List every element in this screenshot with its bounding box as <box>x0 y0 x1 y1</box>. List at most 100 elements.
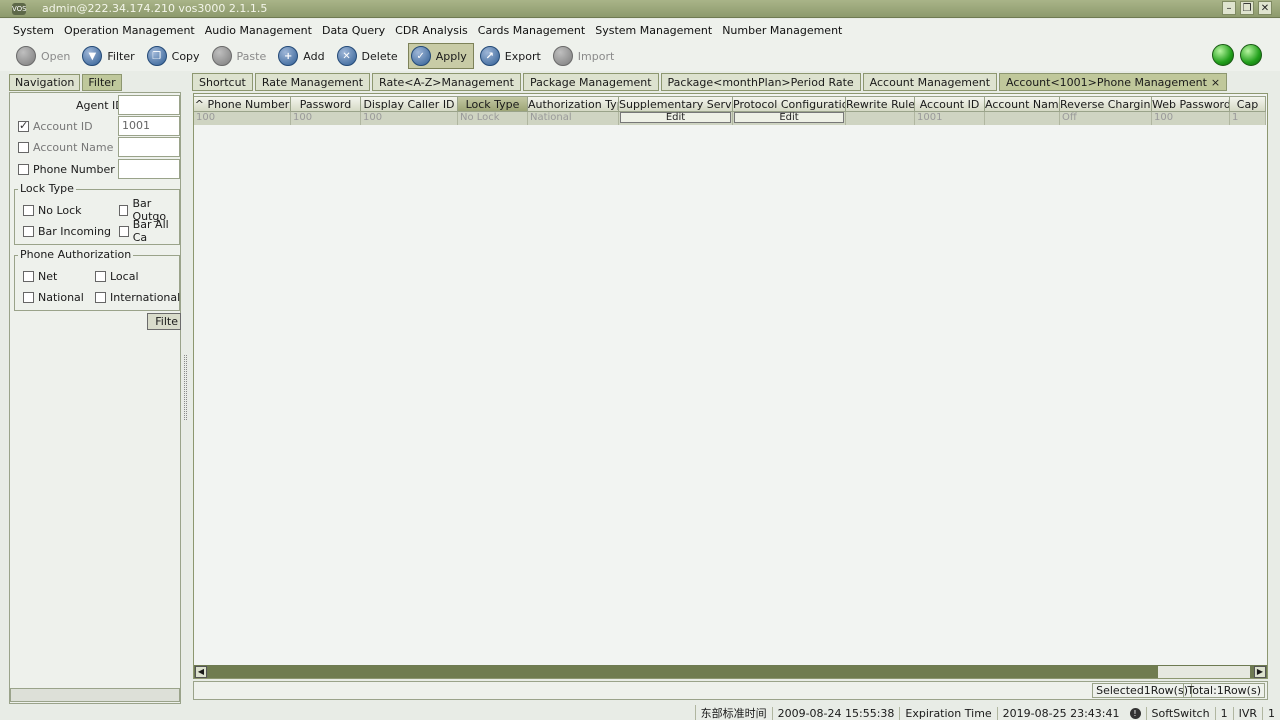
column-header[interactable]: Lock Type <box>458 96 528 112</box>
tab-navigation[interactable]: Navigation <box>9 74 81 91</box>
column-header[interactable]: Cap <box>1230 96 1266 112</box>
paste-button[interactable]: Paste <box>210 43 273 69</box>
national-option[interactable]: National <box>23 287 84 307</box>
column-header[interactable]: Display Caller ID <box>361 96 458 112</box>
tab-phone-management[interactable]: Account<1001>Phone Management × <box>999 73 1228 91</box>
net-checkbox[interactable] <box>23 270 34 282</box>
table-row[interactable]: 100 100 100 No Lock National Edit Edit 1… <box>194 112 1266 125</box>
bar-incoming-checkbox[interactable] <box>23 225 34 237</box>
maximize-icon[interactable]: ❐ <box>1240 1 1254 15</box>
cell-rewrite-rule[interactable] <box>846 112 915 125</box>
scroll-left-icon[interactable]: ◀ <box>195 666 207 678</box>
cell-web-password[interactable]: 100 <box>1152 112 1230 125</box>
filter-apply-button[interactable]: Filte <box>147 313 181 330</box>
status-light-icon <box>1212 44 1234 66</box>
international-checkbox[interactable] <box>95 291 106 303</box>
export-button[interactable]: ↗ Export <box>478 43 547 69</box>
tab-shortcut[interactable]: Shortcut <box>192 73 253 91</box>
delete-button[interactable]: ✕ Delete <box>335 43 404 69</box>
column-header[interactable]: Protocol Configuration <box>733 96 846 112</box>
menu-system[interactable]: System <box>8 24 59 37</box>
bar-outgoing-checkbox[interactable] <box>119 204 129 216</box>
no-lock-option[interactable]: No Lock <box>23 200 82 220</box>
close-icon[interactable]: × <box>1211 76 1220 89</box>
paste-icon <box>211 46 232 66</box>
column-header[interactable]: Reverse Charging <box>1060 96 1152 112</box>
minimize-icon[interactable]: – <box>1222 1 1236 15</box>
account-id-input[interactable]: 1001 <box>118 116 180 136</box>
no-lock-checkbox[interactable] <box>23 204 34 216</box>
column-header[interactable]: Account ID <box>915 96 985 112</box>
local-option[interactable]: Local <box>95 266 139 286</box>
ivr-label: IVR <box>1232 706 1262 720</box>
account-name-input[interactable] <box>118 137 180 157</box>
cell-account-name[interactable] <box>985 112 1060 125</box>
account-name-checkbox[interactable] <box>18 141 29 153</box>
cell-cap[interactable]: 1 <box>1230 112 1266 125</box>
filter-button[interactable]: ▼ Filter <box>80 43 140 69</box>
tab-rate-a-z-management[interactable]: Rate<A-Z>Management <box>372 73 521 91</box>
delete-icon: ✕ <box>336 46 357 66</box>
add-button[interactable]: + Add <box>276 43 330 69</box>
edit-button[interactable]: Edit <box>734 112 844 123</box>
cell-authorization-type[interactable]: National <box>528 112 619 125</box>
cell-password[interactable]: 100 <box>291 112 361 125</box>
menu-cards-management[interactable]: Cards Management <box>473 24 590 37</box>
column-header[interactable]: Rewrite Rule <box>846 96 915 112</box>
menu-data-query[interactable]: Data Query <box>317 24 390 37</box>
menu-number-management[interactable]: Number Management <box>717 24 847 37</box>
filter-panel: Agent ID Account ID 1001 Account Name Ph… <box>9 92 181 704</box>
copy-button[interactable]: ❐ Copy <box>145 43 206 69</box>
column-header[interactable]: Authorization Type <box>528 96 619 112</box>
cell-reverse-charging[interactable]: Off <box>1060 112 1152 125</box>
account-id-checkbox[interactable] <box>18 119 29 132</box>
left-panel-scrollbar[interactable] <box>10 688 180 702</box>
column-header[interactable]: Account Name <box>985 96 1060 112</box>
agent-id-input[interactable] <box>118 95 180 115</box>
menu-cdr-analysis[interactable]: CDR Analysis <box>390 24 473 37</box>
tab-rate-management[interactable]: Rate Management <box>254 73 371 91</box>
international-option[interactable]: International <box>95 287 180 307</box>
scrollbar-track[interactable] <box>1158 666 1250 678</box>
column-header[interactable]: Web Password <box>1152 96 1230 112</box>
edit-button[interactable]: Edit <box>620 112 731 123</box>
bar-incoming-option[interactable]: Bar Incoming <box>23 221 111 241</box>
panel-splitter[interactable] <box>184 355 187 420</box>
tab-filter[interactable]: Filter <box>82 74 122 91</box>
tab-package-management[interactable]: Package Management <box>522 73 659 91</box>
cell-display-caller-id[interactable]: 100 <box>361 112 458 125</box>
phone-authorization-group: Phone Authorization Net Local National I… <box>14 248 180 311</box>
plus-icon: + <box>278 46 299 66</box>
menu-audio-management[interactable]: Audio Management <box>200 24 317 37</box>
sort-ascending-icon: ^ <box>194 98 204 111</box>
cell-account-id[interactable]: 1001 <box>915 112 985 125</box>
menu-operation-management[interactable]: Operation Management <box>59 24 200 37</box>
scroll-right-icon[interactable]: ▶ <box>1254 666 1266 678</box>
national-checkbox[interactable] <box>23 291 34 303</box>
phone-number-input[interactable] <box>118 159 180 179</box>
net-option[interactable]: Net <box>23 266 57 286</box>
column-header[interactable]: Supplementary Service <box>619 96 733 112</box>
grid-footer: Selected1Row(s) Total:1Row(s) <box>193 681 1268 700</box>
cell-phone-number[interactable]: 100 <box>194 112 291 125</box>
grid-horizontal-scrollbar[interactable]: ◀ ▶ <box>194 665 1267 678</box>
column-header[interactable]: ^ Phone Number <box>194 96 291 112</box>
apply-button[interactable]: ✓ Apply <box>407 43 474 69</box>
import-button[interactable]: Import <box>551 43 621 69</box>
tab-account-management[interactable]: Account Management <box>862 73 998 91</box>
bar-all-checkbox[interactable] <box>119 225 129 237</box>
local-checkbox[interactable] <box>95 270 106 282</box>
bar-all-option[interactable]: Bar All Ca <box>119 218 179 244</box>
phone-number-checkbox[interactable] <box>18 163 29 175</box>
apply-icon: ✓ <box>410 46 431 66</box>
close-icon[interactable]: ✕ <box>1258 1 1272 15</box>
tab-package-period-rate[interactable]: Package<monthPlan>Period Rate <box>660 73 861 91</box>
cell-lock-type[interactable]: No Lock <box>458 112 528 125</box>
agent-id-label: Agent ID <box>76 98 124 112</box>
scrollbar-thumb[interactable] <box>208 666 1158 678</box>
info-icon[interactable]: ! <box>1129 707 1141 719</box>
open-button[interactable]: Open <box>14 43 76 69</box>
bar-outgoing-option[interactable]: Bar Outgo <box>119 197 179 223</box>
menu-system-management[interactable]: System Management <box>590 24 717 37</box>
column-header[interactable]: Password <box>291 96 361 112</box>
